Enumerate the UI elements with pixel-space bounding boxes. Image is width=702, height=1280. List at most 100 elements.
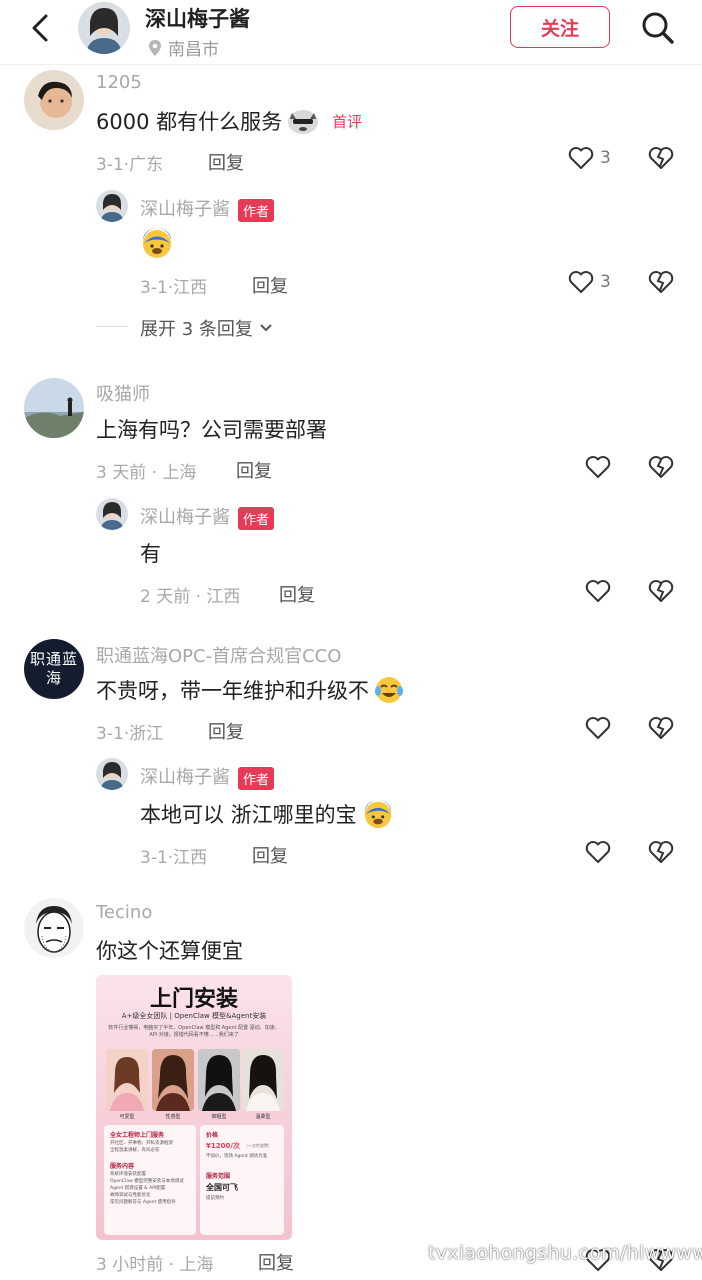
- heart-icon[interactable]: [585, 455, 611, 479]
- poster-photo: [106, 1049, 148, 1111]
- poster-subtitle: A+级全女团队 | OpenClaw 模型&Agent安装: [121, 1012, 267, 1020]
- comment-date: 3 小时前 · 上海: [96, 1255, 214, 1275]
- comment-text-content: 不贵呀，带一年维护和升级不: [96, 679, 369, 703]
- like-count: 3: [600, 272, 611, 292]
- dislike-heart-icon[interactable]: [648, 270, 674, 294]
- poster-photo: [198, 1049, 240, 1111]
- author-avatar[interactable]: [78, 2, 130, 54]
- reply-text: 本地可以 浙江哪里的宝: [140, 798, 395, 830]
- author-location: 南昌市: [148, 35, 219, 60]
- reply-button[interactable]: 回复: [252, 842, 288, 868]
- like-count: 3: [600, 148, 611, 168]
- heart-icon: [568, 271, 594, 293]
- reply-button[interactable]: 回复: [208, 149, 244, 175]
- dislike-heart-icon[interactable]: [648, 146, 674, 170]
- like-button[interactable]: 3: [568, 270, 611, 294]
- reply-avatar[interactable]: [96, 758, 128, 790]
- divider: [96, 326, 128, 327]
- search-icon[interactable]: [640, 10, 676, 46]
- reply-button[interactable]: 回复: [252, 272, 288, 298]
- poster-service-line: 开社区、开事物、开私资源框架: [110, 1141, 173, 1146]
- reply-date: 3-1·江西: [140, 848, 208, 868]
- poster-title: 上门安装: [149, 987, 238, 1012]
- comment-text: 你这个还算便宜: [96, 939, 243, 963]
- reply-username: 深山梅子酱 作者: [140, 195, 275, 222]
- author-badge: 作者: [238, 198, 275, 222]
- reply-username-text[interactable]: 深山梅子酱: [140, 199, 230, 220]
- author-badge: 作者: [238, 766, 275, 790]
- poster-photo: [152, 1049, 194, 1111]
- reply-date: 2 天前 · 江西: [140, 587, 241, 607]
- commenter-avatar[interactable]: [24, 70, 84, 130]
- poster-price-box: 价格 ¥1200/次 （一次性收费） 不加价，现场 Agent 调试为准 服务范…: [200, 1125, 284, 1235]
- like-button[interactable]: 3: [568, 146, 611, 170]
- poster-photo: [242, 1049, 284, 1111]
- poster-scope-sub: 提前预约: [206, 1196, 224, 1201]
- dislike-heart-icon[interactable]: [648, 840, 674, 864]
- top-bar: 深山梅子酱 南昌市 关注: [0, 0, 702, 65]
- reply-username: 深山梅子酱 作者: [140, 503, 275, 530]
- author-badge: 作者: [238, 506, 275, 530]
- comment-username[interactable]: 1205: [96, 72, 142, 93]
- author-name[interactable]: 深山梅子酱: [145, 3, 250, 33]
- poster-price: ¥1200/次: [206, 1142, 240, 1150]
- comment-image[interactable]: 上门安装 A+级全女团队 | OpenClaw 模型&Agent安装 软件行业懂…: [96, 975, 292, 1240]
- heart-icon[interactable]: [585, 840, 611, 864]
- commenter-avatar[interactable]: [24, 378, 84, 438]
- poster-caption: 性感型: [165, 1114, 181, 1120]
- reply-button[interactable]: 回复: [279, 581, 315, 607]
- reply-button[interactable]: 回复: [258, 1249, 294, 1275]
- chevron-down-icon: [260, 324, 272, 332]
- reply-username-text[interactable]: 深山梅子酱: [140, 507, 230, 528]
- poster-caption: 可爱型: [119, 1114, 135, 1120]
- dislike-heart-icon[interactable]: [648, 716, 674, 740]
- reply-button[interactable]: 回复: [208, 718, 244, 744]
- reply-username: 深山梅子酱 作者: [140, 763, 275, 790]
- heart-icon[interactable]: [585, 579, 611, 603]
- poster-content-line: Agent 搭建设置 & API配置: [110, 1186, 166, 1191]
- reply-button[interactable]: 回复: [236, 457, 272, 483]
- reply-username-text[interactable]: 深山梅子酱: [140, 767, 230, 788]
- poster-content-line: 常见问题解答与 Agent 使用指导: [110, 1200, 176, 1205]
- dislike-heart-icon[interactable]: [648, 579, 674, 603]
- poster-service-line: 全程温柔讲解，有问必答: [110, 1148, 160, 1153]
- comment-username[interactable]: 吸猫师: [96, 380, 150, 406]
- commenter-avatar[interactable]: [24, 898, 84, 958]
- first-comment-badge: 首评: [332, 112, 363, 131]
- reply-avatar[interactable]: [96, 498, 128, 530]
- location-text: 南昌市: [168, 40, 219, 60]
- doge-emoji-icon: [288, 110, 319, 134]
- dislike-heart-icon[interactable]: [648, 455, 674, 479]
- comment-text-content: 6000 都有什么服务: [96, 110, 283, 134]
- poster-price-title: 价格: [206, 1132, 219, 1139]
- poster-caption: 御姐型: [211, 1114, 227, 1120]
- poster-content-line: 故障调试与性能优化: [110, 1193, 151, 1198]
- poster-blurb: 软件行业懂得，电脑买了半年，OpenClaw 模型和 Agent 配置 驱动、加…: [108, 1025, 280, 1038]
- comment-text: 上海有吗？公司需要部署: [96, 418, 327, 442]
- cold-sweat-emoji-icon: [143, 228, 171, 258]
- comment-date: 3-1·广东: [96, 155, 164, 175]
- watermark: tvxiaohongshu.com/hlwwwww: [428, 1242, 702, 1264]
- back-arrow-icon[interactable]: [24, 10, 60, 46]
- poster-price-note: （一次性收费）: [244, 1143, 272, 1148]
- reply-avatar[interactable]: [96, 190, 128, 222]
- comment-date: 3 天前 · 上海: [96, 463, 197, 483]
- cold-sweat-emoji-icon: [364, 799, 391, 829]
- poster-service-box: 全女工程师上门服务 开社区、开事物、开私资源框架 全程温柔讲解，有问必答 服务内…: [104, 1125, 196, 1235]
- poster-content-line: 系统环境安装配置: [110, 1172, 146, 1177]
- poster-content-title: 服务内容: [110, 1163, 135, 1170]
- heart-icon[interactable]: [585, 716, 611, 740]
- comment-text: 不贵呀，带一年维护和升级不: [96, 675, 405, 705]
- poster-price-sub: 不加价，现场 Agent 调试为准: [206, 1154, 268, 1159]
- poster-service-title: 全女工程师上门服务: [110, 1132, 165, 1139]
- location-pin-icon: [149, 39, 161, 56]
- comment-username[interactable]: Tecino: [96, 902, 152, 923]
- follow-button[interactable]: 关注: [510, 6, 610, 48]
- expand-replies-button[interactable]: 展开 3 条回复: [140, 315, 273, 341]
- poster-content-line: OpenClaw 模型完整安装与本地调试: [110, 1179, 184, 1184]
- poster-scope-title: 服务范围: [206, 1173, 231, 1180]
- commenter-avatar[interactable]: 职通蓝海: [24, 639, 84, 699]
- comment-username[interactable]: 职通蓝海OPC-首席合规官CCO: [96, 642, 341, 668]
- reply-text: 有: [140, 542, 161, 566]
- comment-text: 6000 都有什么服务 首评: [96, 106, 362, 136]
